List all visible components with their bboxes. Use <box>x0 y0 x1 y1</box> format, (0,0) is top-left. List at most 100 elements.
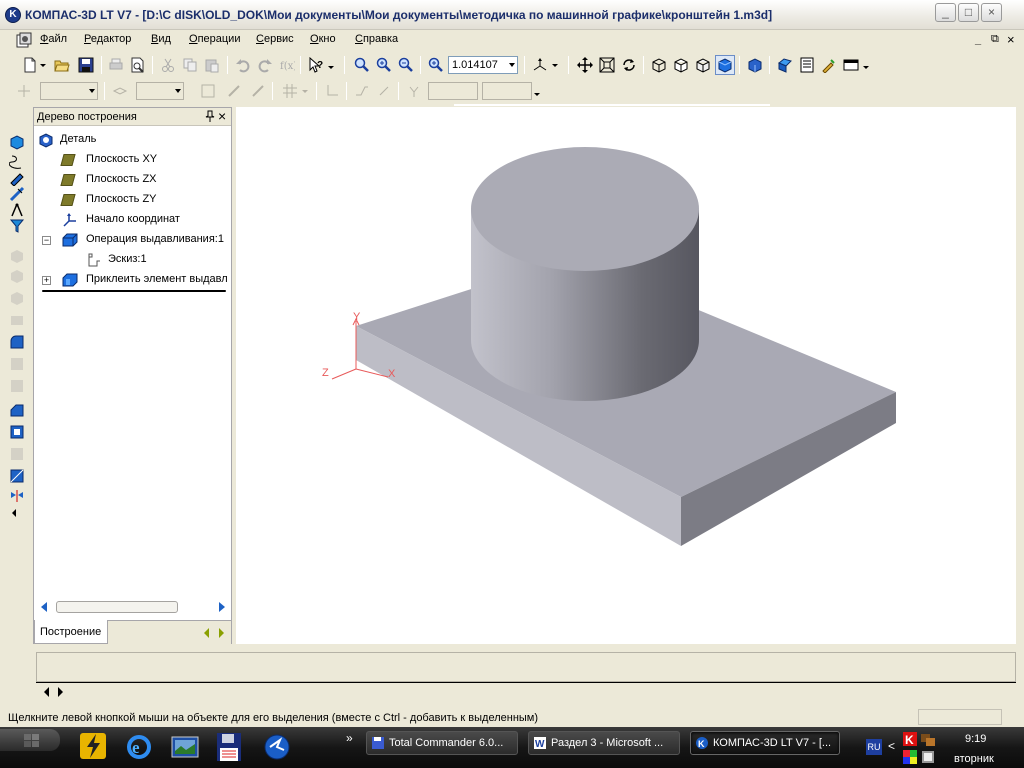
layer-combo[interactable] <box>136 82 184 100</box>
fillet-icon[interactable] <box>9 334 25 350</box>
network-icon[interactable] <box>920 731 936 747</box>
rotation-disabled-icon[interactable] <box>9 268 25 284</box>
shaded-view-icon[interactable] <box>715 55 735 75</box>
pattern-disabled-icon[interactable] <box>9 446 25 462</box>
collapse-icon[interactable]: − <box>42 236 51 245</box>
coord-x-field[interactable] <box>428 82 478 100</box>
quicklaunch-ie-icon[interactable]: e <box>125 733 153 761</box>
zoom-in-icon[interactable] <box>374 55 394 75</box>
cursor-coords-icon[interactable] <box>322 81 342 101</box>
part-edit-icon[interactable] <box>9 134 25 150</box>
menu-operations[interactable]: Операции <box>189 33 240 45</box>
quicklaunch-lightning-icon[interactable] <box>78 731 108 761</box>
pin-icon[interactable] <box>205 110 215 125</box>
document-icon[interactable] <box>15 32 33 48</box>
menu-window[interactable]: Окно <box>310 33 336 45</box>
tree-node-sketch[interactable]: Эскиз:1 <box>86 250 226 270</box>
tree-node-extrude[interactable]: − Операция выдавливания:1 <box>42 230 232 250</box>
quicklaunch-desktop-icon[interactable] <box>170 733 200 761</box>
tree-node-origin[interactable]: Начало координат <box>62 210 232 230</box>
kompas-app-icon[interactable]: K <box>5 7 21 23</box>
tab-build[interactable]: Построение <box>34 620 108 644</box>
tray-app-icon[interactable] <box>920 749 936 765</box>
show-all-icon[interactable] <box>597 55 617 75</box>
tree-node-plane-zx[interactable]: Плоскость ZX <box>60 170 232 190</box>
panel-icon[interactable] <box>841 55 861 75</box>
child-close-button[interactable]: × <box>1007 32 1015 47</box>
child-minimize-button[interactable]: _ <box>975 34 981 46</box>
minimize-button[interactable]: _ <box>935 3 956 22</box>
tab-next-icon[interactable] <box>218 628 224 641</box>
properties-icon[interactable] <box>797 55 817 75</box>
local-cs-icon[interactable] <box>224 81 244 101</box>
wireframe-icon[interactable] <box>649 55 669 75</box>
orientation-dropdown-icon[interactable] <box>550 55 560 75</box>
rotate-icon[interactable] <box>619 55 639 75</box>
style-combo[interactable] <box>40 82 98 100</box>
perspective-icon[interactable] <box>745 55 765 75</box>
close-button[interactable]: × <box>981 3 1002 22</box>
tree-node-plane-xy[interactable]: Плоскость XY <box>60 150 232 170</box>
task-word[interactable]: W Раздел 3 - Microsoft ... <box>528 731 680 755</box>
copy-icon[interactable] <box>180 55 200 75</box>
undo-icon[interactable] <box>233 55 253 75</box>
cut-icon[interactable] <box>158 55 178 75</box>
compass-icon[interactable] <box>9 202 25 218</box>
snap-bind-icon[interactable] <box>248 81 268 101</box>
spline-icon[interactable] <box>8 154 25 170</box>
grid-toggle-icon[interactable] <box>198 81 218 101</box>
ortho-icon[interactable] <box>352 81 372 101</box>
chamfer-icon[interactable] <box>9 402 25 418</box>
kaspersky-icon[interactable]: K <box>902 731 918 747</box>
print-icon[interactable] <box>106 55 126 75</box>
quicklaunch-overflow-icon[interactable]: » <box>346 731 353 745</box>
tray-colors-icon[interactable] <box>902 749 918 765</box>
model-render[interactable]: Y X Z <box>236 107 1016 644</box>
start-button[interactable] <box>0 729 60 751</box>
print-preview-icon[interactable] <box>128 55 148 75</box>
tree-close-icon[interactable]: × <box>218 108 226 124</box>
menu-view[interactable]: Вид <box>151 33 171 45</box>
loft-disabled-icon[interactable] <box>9 312 25 328</box>
open-folder-icon[interactable] <box>52 55 72 75</box>
mirror-icon[interactable] <box>9 488 25 504</box>
function-icon[interactable]: f(x) <box>277 55 297 75</box>
strip-scroll-left-icon[interactable] <box>11 508 17 524</box>
zoom-scale-combo[interactable]: 1.014107 <box>448 56 518 74</box>
rib-disabled-icon[interactable] <box>9 378 25 394</box>
layer-icon[interactable] <box>110 81 130 101</box>
pan-icon[interactable] <box>575 55 595 75</box>
child-restore-button[interactable]: ⧉ <box>991 33 999 46</box>
scroll-right-icon[interactable] <box>218 602 226 615</box>
model-viewport[interactable]: Y X Z <box>236 104 1016 644</box>
help-dropdown-icon[interactable] <box>326 55 336 75</box>
tree-node-part[interactable]: Деталь <box>38 130 228 150</box>
task-kompas[interactable]: K КОМПАС-3D LT V7 - [... <box>690 731 840 755</box>
extrude-disabled-icon[interactable] <box>9 248 25 264</box>
coords-dropdown-icon[interactable] <box>532 84 542 104</box>
orientation-icon[interactable] <box>530 55 550 75</box>
menu-help[interactable]: Справка <box>355 33 398 45</box>
new-file-icon[interactable] <box>20 55 40 75</box>
section-icon[interactable] <box>9 468 25 484</box>
context-help-icon[interactable]: ? <box>306 55 326 75</box>
save-icon[interactable] <box>76 55 96 75</box>
filter-icon[interactable] <box>9 218 25 234</box>
coords-y-icon[interactable] <box>404 81 424 101</box>
tab-prev-icon[interactable] <box>204 628 210 641</box>
tree-scrollbar[interactable] <box>38 600 228 614</box>
menu-service[interactable]: Сервис <box>256 33 294 45</box>
grid-icon[interactable] <box>280 81 300 101</box>
quicklaunch-kompas-icon[interactable] <box>262 732 292 762</box>
clock-time[interactable]: 9:19 <box>965 733 986 745</box>
restore-button[interactable]: □ <box>958 3 979 22</box>
menu-edit[interactable]: Редактор <box>84 33 131 45</box>
hole-disabled-icon[interactable] <box>9 356 25 372</box>
hidden-lines-icon[interactable] <box>671 55 691 75</box>
measure-icon[interactable] <box>9 186 25 202</box>
title-bar[interactable]: K КОМПАС-3D LT V7 - [D:\C dISK\OLD_DOK\М… <box>0 0 1024 30</box>
part-properties-icon[interactable] <box>775 55 795 75</box>
redo-icon[interactable] <box>255 55 275 75</box>
shell-icon[interactable] <box>9 424 25 440</box>
tree-node-plane-zy[interactable]: Плоскость ZY <box>60 190 232 210</box>
